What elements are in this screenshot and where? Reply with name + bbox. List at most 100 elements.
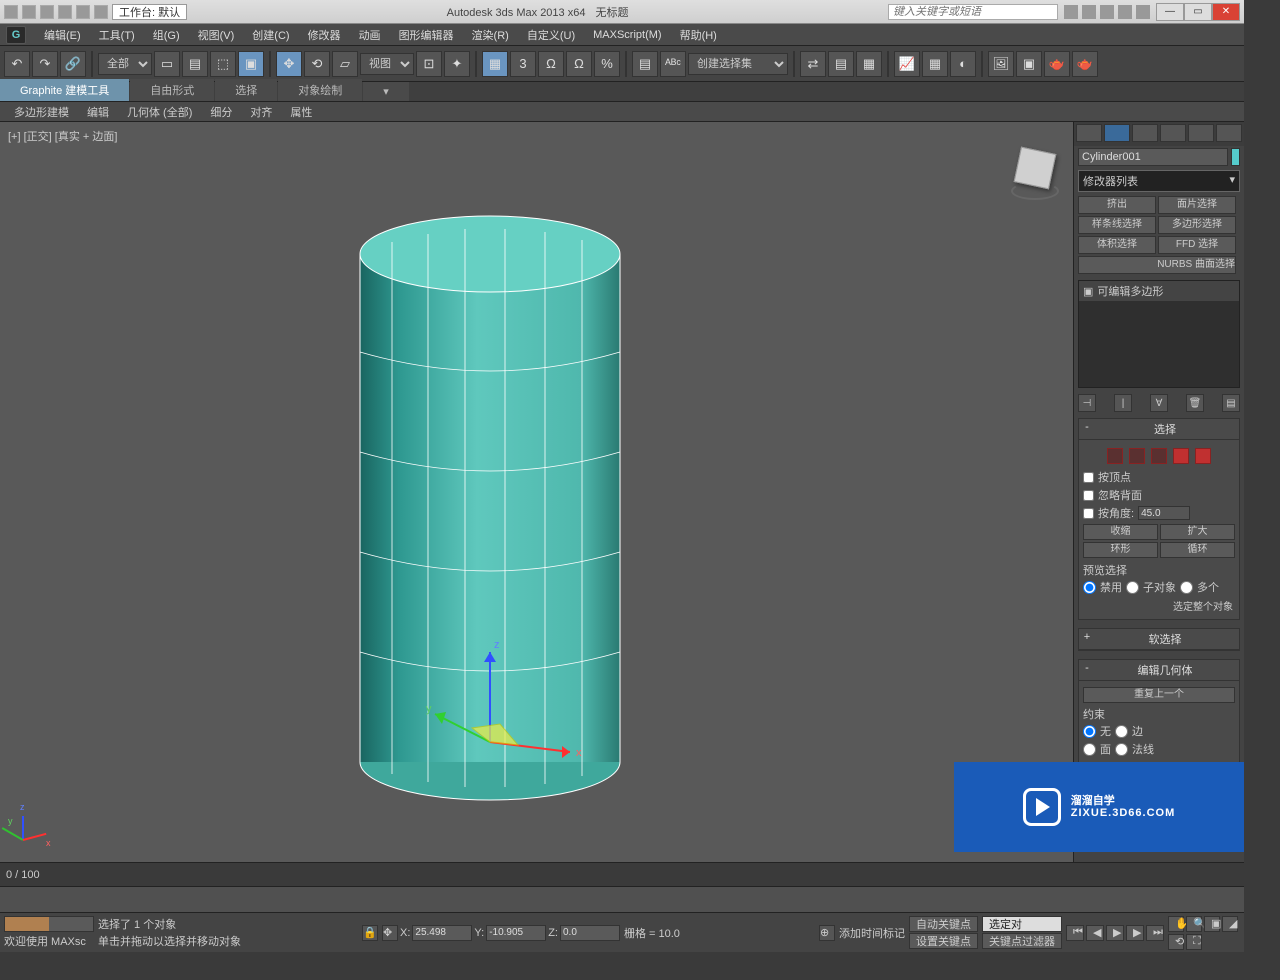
frame-indicator[interactable]: 0 / 100: [6, 869, 40, 881]
auto-key-button[interactable]: 自动关键点: [909, 916, 978, 932]
panel-subdivision[interactable]: 细分: [202, 103, 240, 121]
move-button[interactable]: ✥: [276, 51, 302, 77]
link-button[interactable]: 🔗: [60, 51, 86, 77]
schematic-view-button[interactable]: ▦: [922, 51, 948, 77]
coord-mode-icon[interactable]: ✥: [382, 925, 398, 941]
radio-constrain-edge[interactable]: [1115, 725, 1128, 738]
add-time-tag[interactable]: 添加时间标记: [839, 925, 905, 941]
btn-poly-select[interactable]: 多边形选择: [1158, 216, 1236, 234]
modifier-stack[interactable]: ▣可编辑多边形: [1078, 280, 1240, 388]
layers-button[interactable]: ▦: [856, 51, 882, 77]
menu-help[interactable]: 帮助(H): [672, 25, 725, 45]
tab-freeform[interactable]: 自由形式: [130, 79, 214, 101]
exchange-icon[interactable]: [1100, 5, 1114, 19]
key-filters-button[interactable]: 关键点过滤器: [982, 933, 1062, 949]
named-selection-set[interactable]: 创建选择集: [688, 53, 788, 75]
btn-face-select[interactable]: 面片选择: [1158, 196, 1236, 214]
zoom-all-icon[interactable]: ▣: [1204, 916, 1220, 932]
fov-icon[interactable]: ◢: [1222, 916, 1238, 932]
select-region-button[interactable]: ⬚: [210, 51, 236, 77]
time-slider[interactable]: 0 / 100: [0, 862, 1244, 886]
rollout-editgeom-header[interactable]: -编辑几何体: [1079, 660, 1239, 681]
btn-vol-select[interactable]: 体积选择: [1078, 236, 1156, 254]
btn-ffd-select[interactable]: FFD 选择: [1158, 236, 1236, 254]
panel-polymodeling[interactable]: 多边形建模: [6, 103, 77, 121]
subobj-edge-icon[interactable]: [1129, 448, 1145, 464]
chk-by-angle[interactable]: [1083, 508, 1094, 519]
panel-geometry[interactable]: 几何体 (全部): [119, 103, 200, 121]
menu-create[interactable]: 创建(C): [244, 25, 297, 45]
btn-ring[interactable]: 环形: [1083, 542, 1158, 558]
menu-modifiers[interactable]: 修改器: [300, 25, 349, 45]
minimize-button[interactable]: —: [1156, 3, 1184, 21]
close-button[interactable]: ✕: [1212, 3, 1240, 21]
display-tab-icon[interactable]: [1188, 124, 1214, 142]
menu-maxscript[interactable]: MAXScript(M): [585, 27, 669, 43]
object-color-swatch[interactable]: [1231, 148, 1240, 166]
radio-disable[interactable]: [1083, 581, 1096, 594]
pan-view-icon[interactable]: ✋: [1168, 916, 1184, 932]
menu-animation[interactable]: 动画: [351, 25, 389, 45]
infocenter-icon[interactable]: [1064, 5, 1078, 19]
pivot-button[interactable]: ⊡: [416, 51, 442, 77]
selection-filter[interactable]: 全部: [98, 53, 152, 75]
chk-by-vertex[interactable]: [1083, 472, 1094, 483]
hierarchy-tab-icon[interactable]: [1132, 124, 1158, 142]
help-search-input[interactable]: [888, 4, 1058, 20]
rollout-selection-header[interactable]: -选择: [1079, 419, 1239, 440]
favorites-icon[interactable]: [1118, 5, 1132, 19]
play-icon[interactable]: ▶: [1106, 925, 1124, 941]
tab-selection[interactable]: 选择: [215, 79, 277, 101]
mini-listener-left[interactable]: [5, 917, 49, 931]
viewport[interactable]: [+] [正交] [真实 + 边面]: [0, 122, 1074, 862]
ref-coord-dropdown[interactable]: 视图: [360, 53, 414, 75]
object-name-input[interactable]: [1078, 148, 1228, 166]
radio-constrain-normal[interactable]: [1115, 743, 1128, 756]
menu-rendering[interactable]: 渲染(R): [464, 25, 517, 45]
coord-z-input[interactable]: [560, 925, 620, 941]
btn-grow[interactable]: 扩大: [1160, 524, 1235, 540]
subobj-border-icon[interactable]: [1151, 448, 1167, 464]
btn-repeat-last[interactable]: 重复上一个: [1083, 687, 1235, 703]
radio-multi[interactable]: [1180, 581, 1193, 594]
redo-button[interactable]: ↷: [32, 51, 58, 77]
coord-x-input[interactable]: [412, 925, 472, 941]
new-icon[interactable]: [4, 5, 18, 19]
open-icon[interactable]: [22, 5, 36, 19]
curve-editor-button[interactable]: 📈: [894, 51, 920, 77]
snap-frozen-button[interactable]: %: [594, 51, 620, 77]
align-button[interactable]: ▤: [828, 51, 854, 77]
motion-tab-icon[interactable]: [1160, 124, 1186, 142]
radio-constrain-face[interactable]: [1083, 743, 1096, 756]
material-editor-button[interactable]: ◐: [950, 51, 976, 77]
signin-icon[interactable]: [1082, 5, 1096, 19]
zoom-icon[interactable]: 🔍: [1186, 916, 1202, 932]
time-tag-icon[interactable]: ⊕: [819, 925, 835, 941]
menu-edit[interactable]: 编辑(E): [36, 25, 89, 45]
lock-icon[interactable]: 🔒: [362, 925, 378, 941]
show-end-result-icon[interactable]: |: [1114, 394, 1132, 412]
tab-object-paint[interactable]: 对象绘制: [278, 79, 362, 101]
rotate-button[interactable]: ⟲: [304, 51, 330, 77]
ribbon-expand-button[interactable]: ▾: [363, 82, 409, 101]
next-frame-icon[interactable]: ▶: [1126, 925, 1144, 941]
save-icon[interactable]: [40, 5, 54, 19]
maximize-button[interactable]: ▭: [1184, 3, 1212, 21]
angle-snap-button[interactable]: 3: [510, 51, 536, 77]
quick-render-button[interactable]: 🫖: [1072, 51, 1098, 77]
menu-grapheditors[interactable]: 图形编辑器: [391, 25, 462, 45]
render-frame-button[interactable]: ▣: [1016, 51, 1042, 77]
angle-input[interactable]: [1138, 506, 1190, 520]
chk-ignore-backface[interactable]: [1083, 490, 1094, 501]
orbit-icon[interactable]: ⟲: [1168, 934, 1184, 950]
scale-button[interactable]: ▱: [332, 51, 358, 77]
btn-loop[interactable]: 循环: [1160, 542, 1235, 558]
maximize-viewport-icon[interactable]: ⛶: [1186, 934, 1202, 950]
modifier-list-dropdown[interactable]: 修改器列表▾: [1078, 170, 1240, 192]
render-setup-button[interactable]: 🖼: [988, 51, 1014, 77]
prev-frame-icon[interactable]: ◀: [1086, 925, 1104, 941]
menu-tools[interactable]: 工具(T): [91, 25, 143, 45]
pin-stack-icon[interactable]: ⊣: [1078, 394, 1096, 412]
render-button[interactable]: 🫖: [1044, 51, 1070, 77]
coord-y-input[interactable]: [486, 925, 546, 941]
